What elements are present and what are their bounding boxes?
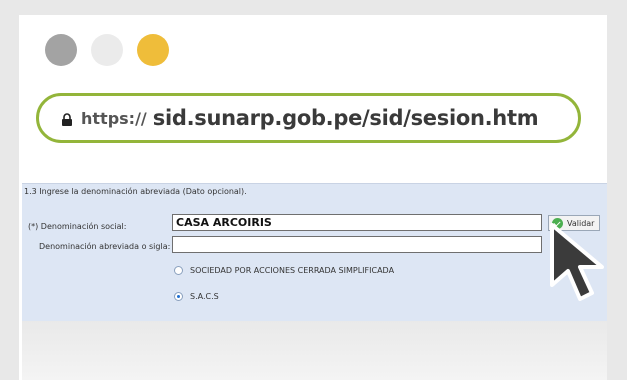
denominacion-form: 1.3 Ingrese la denominación abreviada (D… bbox=[22, 183, 607, 322]
window-control-dot-light[interactable] bbox=[91, 34, 123, 66]
page-background-area bbox=[22, 321, 607, 380]
browser-window: https:// sid.sunarp.gob.pe/sid/sesion.ht… bbox=[19, 15, 607, 380]
mouse-cursor-icon bbox=[550, 223, 604, 301]
lock-icon bbox=[62, 112, 72, 126]
screenshot-frame: https:// sid.sunarp.gob.pe/sid/sesion.ht… bbox=[0, 0, 627, 380]
section-title: 1.3 Ingrese la denominación abreviada (D… bbox=[24, 187, 247, 196]
window-control-dot-grey[interactable] bbox=[45, 34, 77, 66]
denominacion-label: (*) Denominación social: bbox=[28, 222, 127, 231]
window-control-dot-yellow[interactable] bbox=[137, 34, 169, 66]
radio-sacs-full[interactable] bbox=[174, 266, 183, 275]
radio-sacs-short[interactable] bbox=[174, 292, 183, 301]
url-host: sid.sunarp.gob.pe/sid/sesion.htm bbox=[152, 106, 539, 130]
option-label-full: SOCIEDAD POR ACCIONES CERRADA SIMPLIFICA… bbox=[190, 266, 395, 275]
denominacion-input[interactable]: CASA ARCOIRIS bbox=[172, 214, 542, 231]
url-scheme: https:// bbox=[81, 108, 147, 128]
option-label-short: S.A.C.S bbox=[190, 292, 219, 301]
abreviada-input[interactable] bbox=[172, 236, 542, 253]
abreviada-label: Denominación abreviada o sigla: bbox=[39, 242, 171, 251]
address-bar[interactable]: https:// sid.sunarp.gob.pe/sid/sesion.ht… bbox=[36, 93, 581, 143]
